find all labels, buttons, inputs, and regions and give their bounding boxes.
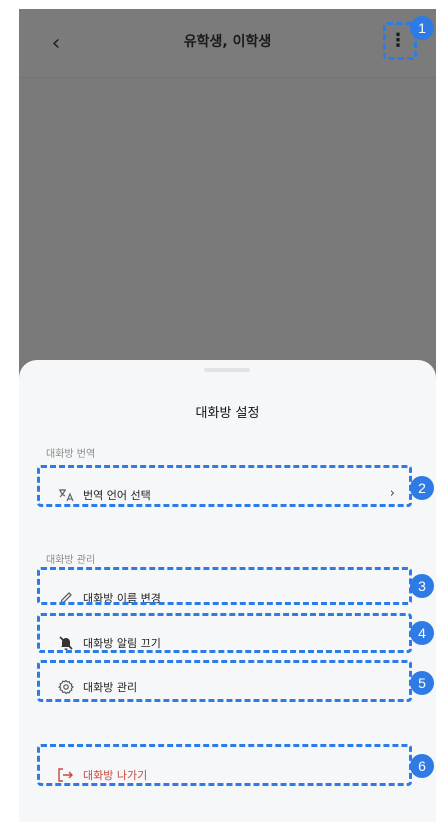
step-badge-1: 1	[410, 16, 434, 40]
rename-room-item[interactable]: 대화방 이름 변경	[41, 579, 415, 617]
leave-room-label: 대화방 나가기	[83, 769, 148, 782]
step-badge-2: 2	[410, 476, 434, 500]
bell-off-icon	[57, 634, 75, 652]
chevron-right-icon: ›	[389, 486, 395, 501]
exit-icon	[57, 766, 75, 784]
rename-room-label: 대화방 이름 변경	[83, 592, 161, 605]
section-label-manage: 대화방 관리	[46, 555, 96, 566]
gear-icon	[57, 678, 75, 696]
mute-notifications-label: 대화방 알림 끄기	[83, 637, 161, 650]
pencil-icon	[57, 589, 75, 607]
manage-room-label: 대화방 관리	[83, 681, 138, 694]
step-badge-3: 3	[410, 574, 434, 598]
step-badge-6: 6	[410, 754, 434, 778]
phone-screen: ‹ 유학생, 이학생 ⋮ 대화방 설정 대화방 번역 번역 언어 선택 › 대화…	[19, 9, 436, 822]
sheet-drag-handle[interactable]	[204, 368, 250, 372]
more-options-button[interactable]: ⋮	[383, 24, 413, 58]
step-badge-4: 4	[410, 621, 434, 645]
step-badge-5: 5	[410, 671, 434, 695]
leave-room-item[interactable]: 대화방 나가기	[41, 756, 415, 794]
app-header: ‹ 유학생, 이학생 ⋮	[19, 9, 436, 78]
settings-bottom-sheet: 대화방 설정 대화방 번역 번역 언어 선택 › 대화방 관리 대화방 이름 변…	[19, 360, 436, 822]
translate-icon	[57, 486, 75, 504]
manage-room-item[interactable]: 대화방 관리	[41, 668, 415, 706]
sheet-title: 대화방 설정	[195, 406, 260, 421]
section-label-translate: 대화방 번역	[46, 449, 96, 460]
more-vertical-icon: ⋮	[389, 30, 407, 51]
mute-notifications-item[interactable]: 대화방 알림 끄기	[41, 624, 415, 662]
select-language-item[interactable]: 번역 언어 선택 ›	[41, 476, 415, 514]
select-language-label: 번역 언어 선택	[83, 489, 151, 502]
page-title: 유학생, 이학생	[183, 34, 272, 50]
